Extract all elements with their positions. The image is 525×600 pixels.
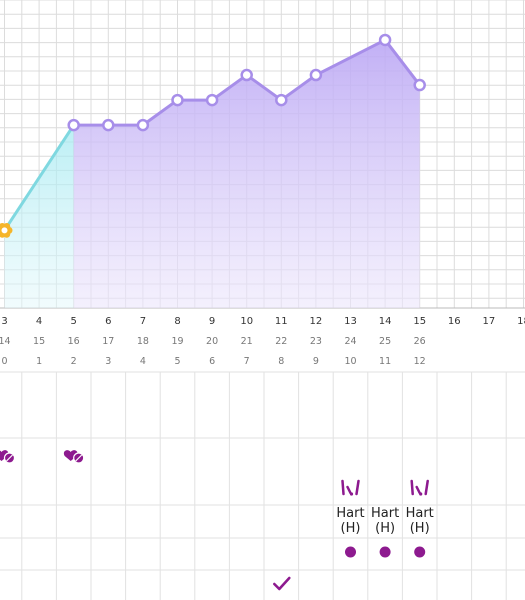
x-axis: 3456789101112131415161718141516171819202…	[0, 316, 525, 367]
kick-icon[interactable]	[410, 479, 429, 496]
x-tick-label: 14	[379, 316, 392, 327]
x-tick-label: 10	[240, 316, 253, 327]
data-point[interactable]	[240, 68, 253, 82]
heart-pill-icon[interactable]	[0, 450, 16, 464]
events-panel: Hart(H)Hart(H)Hart(H)	[0, 450, 434, 591]
x-tick-label: 5	[174, 356, 180, 367]
marker-center	[1, 227, 8, 234]
x-tick-label: 2	[71, 356, 77, 367]
data-point[interactable]	[378, 33, 392, 47]
x-tick-label: 5	[71, 316, 77, 327]
heart-pill-icon[interactable]	[63, 450, 85, 464]
x-tick-label: 7	[244, 356, 250, 367]
kick-line	[410, 479, 414, 496]
x-tick-label: 16	[448, 316, 461, 327]
kick-line	[424, 479, 429, 496]
data-point[interactable]	[205, 93, 219, 107]
x-tick-label: 15	[33, 336, 45, 347]
kick-dot	[419, 492, 423, 496]
x-tick-label: 24	[344, 336, 356, 347]
data-point[interactable]	[413, 78, 426, 92]
x-tick-label: 17	[483, 316, 496, 327]
kick-line	[341, 479, 345, 496]
x-tick-label: 12	[310, 316, 323, 327]
x-tick-label: 22	[275, 336, 287, 347]
x-tick-label: 4	[140, 356, 146, 367]
dot-marker[interactable]	[414, 546, 426, 558]
kick-dot	[349, 492, 354, 496]
x-tick-label: 10	[344, 356, 356, 367]
x-tick-label: 9	[313, 356, 319, 367]
x-tick-label: 14	[0, 336, 11, 347]
x-tick-label: 23	[310, 336, 322, 347]
x-tick-label: 3	[1, 316, 7, 327]
x-tick-label: 18	[137, 336, 149, 347]
chart-canvas: 3456789101112131415161718141516171819202…	[0, 0, 525, 600]
dot-marker[interactable]	[379, 546, 391, 558]
kick-line	[346, 485, 352, 495]
hart-label: Hart	[406, 506, 434, 521]
hart-label: Hart	[336, 506, 364, 521]
kick-icon[interactable]	[341, 479, 360, 496]
x-tick-label: 25	[379, 336, 391, 347]
hart-sublabel: (H)	[375, 521, 395, 536]
x-tick-label: 19	[171, 336, 183, 347]
x-tick-label: 3	[105, 356, 111, 367]
checkmark-icon[interactable]	[273, 576, 291, 591]
hart-sublabel: (H)	[410, 521, 430, 536]
data-point[interactable]	[171, 93, 184, 107]
x-tick-label: 15	[413, 316, 426, 327]
x-tick-label: 6	[209, 356, 215, 367]
x-tick-label: 9	[209, 316, 215, 327]
data-point[interactable]	[309, 68, 323, 82]
hart-sublabel: (H)	[341, 521, 361, 536]
x-tick-label: 21	[241, 336, 253, 347]
data-point[interactable]	[275, 93, 288, 107]
hart-label: Hart	[371, 506, 399, 521]
data-point[interactable]	[102, 118, 115, 132]
x-tick-label: 8	[278, 356, 284, 367]
x-tick-label: 13	[344, 316, 357, 327]
x-tick-label: 17	[102, 336, 114, 347]
x-tick-label: 11	[379, 356, 391, 367]
x-tick-label: 16	[68, 336, 80, 347]
dot-marker[interactable]	[345, 546, 356, 558]
x-tick-label: 4	[36, 316, 42, 327]
data-point[interactable]	[67, 118, 80, 132]
x-tick-label: 18	[517, 316, 525, 327]
x-tick-label: 0	[1, 356, 7, 367]
data-point[interactable]	[136, 118, 150, 132]
x-tick-label: 6	[105, 316, 111, 327]
x-tick-label: 12	[414, 356, 426, 367]
x-tick-label: 1	[36, 356, 42, 367]
kick-line	[415, 485, 421, 495]
x-tick-label: 20	[206, 336, 218, 347]
kick-line	[355, 479, 360, 496]
x-tick-label: 26	[414, 336, 426, 347]
x-tick-label: 11	[275, 316, 288, 327]
x-tick-label: 8	[174, 316, 180, 327]
x-tick-label: 7	[140, 316, 146, 327]
